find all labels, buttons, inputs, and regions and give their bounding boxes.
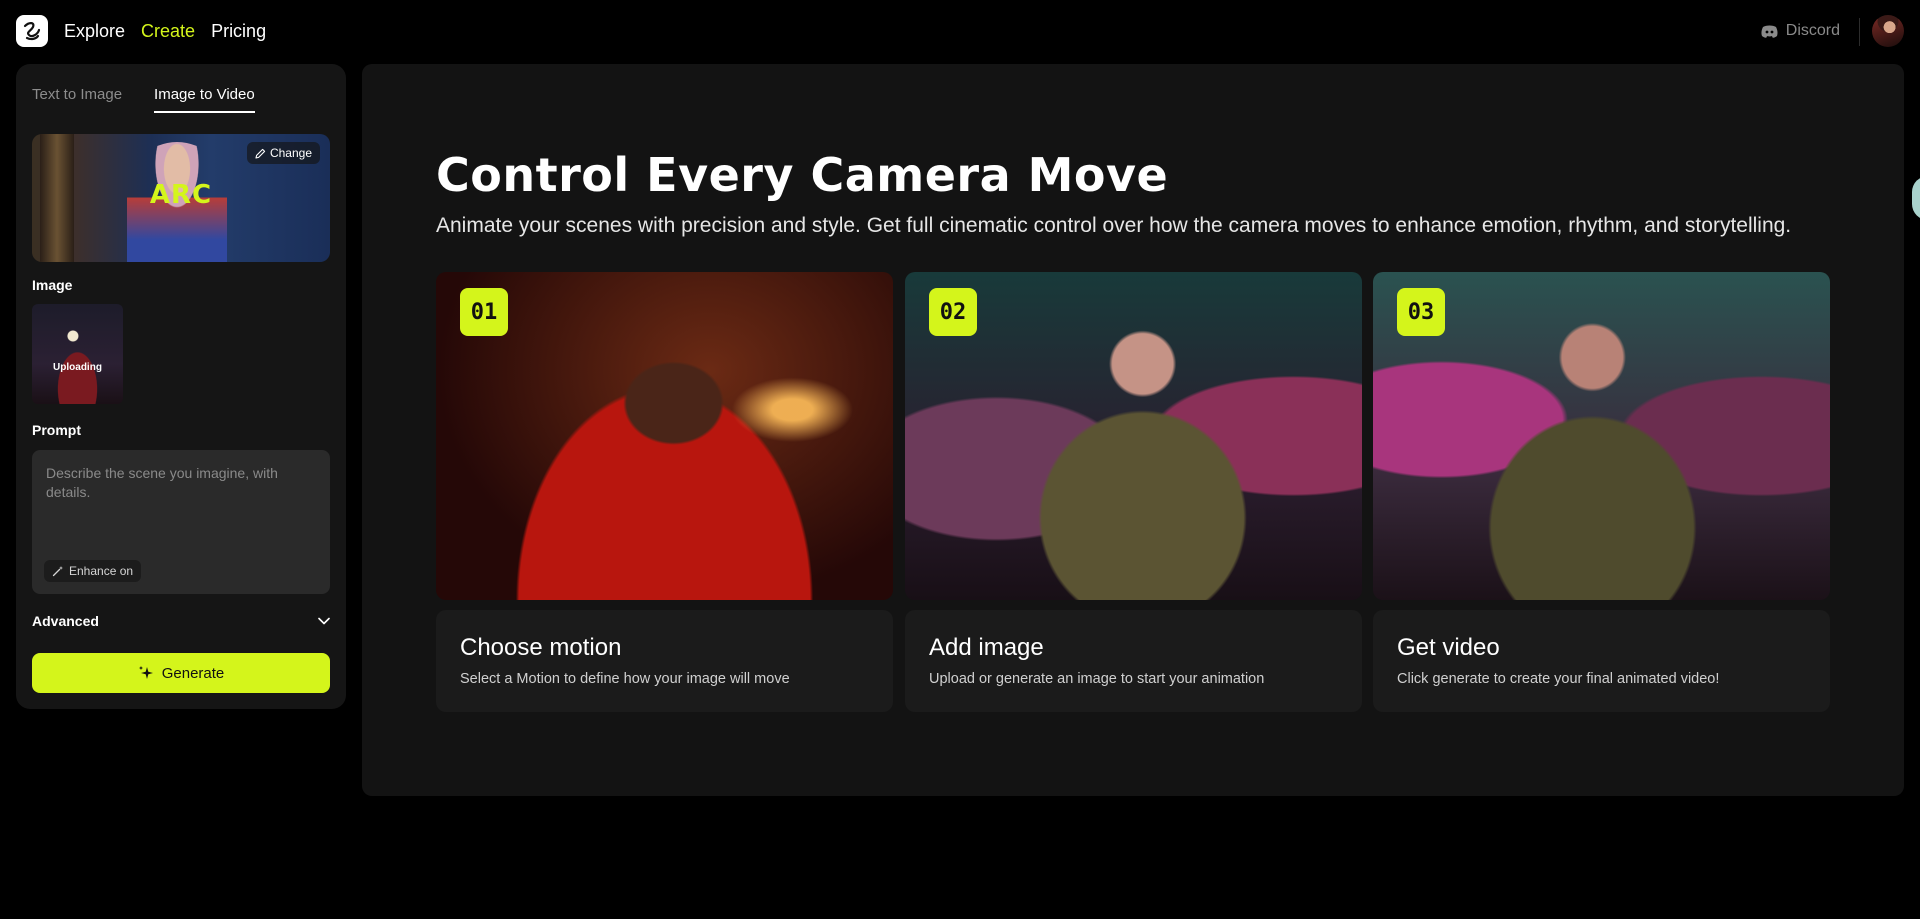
- main-nav: Explore Create Pricing: [64, 21, 266, 42]
- brand-logo-icon[interactable]: [16, 15, 48, 47]
- generate-button[interactable]: Generate: [32, 653, 330, 693]
- sparkles-icon: [138, 666, 153, 679]
- step-card-2: 02 Add image Upload or generate an image…: [905, 272, 1362, 712]
- step-2-title: Add image: [929, 634, 1044, 661]
- floating-help-button[interactable]: [1912, 176, 1920, 220]
- prompt-input[interactable]: [46, 464, 316, 534]
- change-motion-button[interactable]: Change: [246, 142, 320, 164]
- step-2-badge: 02: [929, 288, 977, 336]
- prompt-section-label: Prompt: [32, 422, 81, 438]
- upload-status: Uploading: [53, 362, 102, 373]
- mode-tabs: Text to Image Image to Video: [32, 86, 255, 113]
- brand-logo-glyph: [23, 22, 41, 41]
- page-title: Control Every Camera Move: [436, 148, 1169, 202]
- step-3-description: Click generate to create your final anim…: [1397, 671, 1720, 687]
- top-nav: Explore Create Pricing Discord: [0, 0, 1920, 64]
- step-3-title: Get video: [1397, 634, 1500, 661]
- user-avatar[interactable]: [1872, 15, 1904, 47]
- tab-text-to-image[interactable]: Text to Image: [32, 86, 122, 113]
- nav-item-pricing[interactable]: Pricing: [211, 21, 266, 42]
- step-3-image: 03: [1373, 272, 1830, 600]
- step-3-info: Get video Click generate to create your …: [1373, 610, 1830, 712]
- step-card-3: 03 Get video Click generate to create yo…: [1373, 272, 1830, 712]
- prompt-box: Enhance on: [32, 450, 330, 594]
- nav-divider: [1859, 18, 1860, 46]
- pencil-icon: [255, 148, 266, 159]
- discord-label: Discord: [1785, 22, 1840, 39]
- uploaded-image-thumbnail[interactable]: Uploading: [32, 304, 123, 404]
- step-1-badge: 01: [460, 288, 508, 336]
- step-1-description: Select a Motion to define how your image…: [460, 671, 790, 687]
- change-label: Change: [269, 146, 312, 160]
- step-1-title: Choose motion: [460, 634, 622, 661]
- step-3-badge: 03: [1397, 288, 1445, 336]
- chevron-down-icon: [318, 617, 330, 625]
- step-card-1: 01 Choose motion Select a Motion to defi…: [436, 272, 893, 712]
- magic-wand-icon: [52, 566, 63, 577]
- advanced-label: Advanced: [32, 613, 99, 629]
- image-section-label: Image: [32, 277, 73, 293]
- tab-image-to-video[interactable]: Image to Video: [154, 86, 255, 113]
- step-2-description: Upload or generate an image to start you…: [929, 671, 1265, 687]
- generate-label: Generate: [161, 664, 225, 682]
- discord-link[interactable]: Discord: [1761, 22, 1840, 40]
- advanced-toggle[interactable]: Advanced: [32, 609, 330, 633]
- page-subtitle: Animate your scenes with precision and s…: [436, 214, 1792, 237]
- step-1-info: Choose motion Select a Motion to define …: [436, 610, 893, 712]
- nav-item-create[interactable]: Create: [141, 21, 195, 42]
- motion-preview-card[interactable]: ARC Change: [32, 134, 330, 262]
- step-1-image: 01: [436, 272, 893, 600]
- main-content: Control Every Camera Move Animate your s…: [362, 64, 1904, 796]
- motion-preview-title: ARC: [149, 180, 213, 210]
- discord-icon: [1761, 25, 1778, 38]
- step-2-info: Add image Upload or generate an image to…: [905, 610, 1362, 712]
- step-2-image: 02: [905, 272, 1362, 600]
- enhance-toggle[interactable]: Enhance on: [44, 560, 142, 582]
- enhance-label: Enhance on: [69, 564, 134, 578]
- create-sidebar: Text to Image Image to Video ARC Change …: [16, 64, 346, 709]
- nav-item-explore[interactable]: Explore: [64, 21, 125, 42]
